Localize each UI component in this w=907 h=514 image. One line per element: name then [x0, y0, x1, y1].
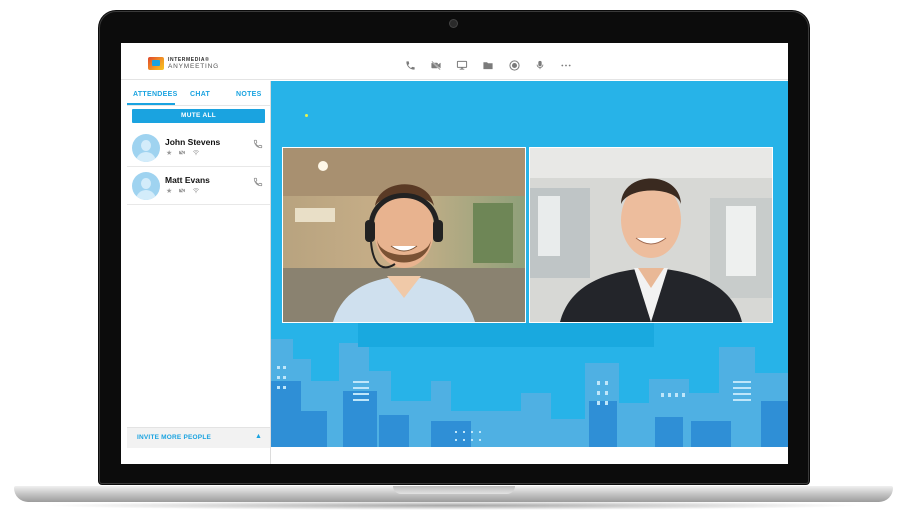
folder-icon[interactable] [482, 59, 494, 71]
video-off-icon[interactable] [178, 149, 186, 158]
microphone-icon[interactable] [534, 59, 546, 71]
attendee-row[interactable]: John Stevens ★ [127, 129, 270, 167]
intermedia-logo-icon [148, 57, 164, 70]
mute-all-button[interactable]: MUTE ALL [132, 109, 265, 123]
avatar [132, 134, 160, 162]
laptop-notch [393, 486, 515, 494]
wifi-icon [192, 187, 200, 196]
avatar [132, 172, 160, 200]
phone-icon[interactable] [253, 139, 263, 151]
top-bar: INTERMEDIA® ANYMEETING [121, 43, 788, 80]
tab-attendees[interactable]: ATTENDEES [133, 91, 178, 98]
meeting-toolbar [404, 59, 572, 71]
phone-icon[interactable] [253, 177, 263, 189]
attendee-name: John Stevens [165, 137, 221, 147]
tab-chat[interactable]: CHAT [190, 91, 210, 98]
video-tile-participant-1[interactable] [282, 147, 526, 323]
video-tile-participant-2[interactable] [529, 147, 773, 323]
record-icon[interactable] [508, 59, 520, 71]
invite-footer[interactable]: INVITE MORE PEOPLE ▲ [127, 427, 270, 448]
star-icon[interactable]: ★ [166, 149, 172, 158]
attendee-status-icons: ★ [166, 149, 200, 158]
laptop-shadow [40, 501, 867, 510]
attendees-panel: ATTENDEES CHAT NOTES MUTE ALL John Steve… [127, 81, 271, 464]
video-off-icon[interactable] [178, 187, 186, 196]
participant-1-video-feed [283, 148, 525, 322]
star-icon[interactable]: ★ [166, 187, 172, 196]
tabs-divider [127, 105, 270, 106]
screen-share-icon[interactable] [456, 59, 468, 71]
phone-icon[interactable] [404, 59, 416, 71]
attendee-name: Matt Evans [165, 175, 210, 185]
attendee-status-icons: ★ [166, 187, 200, 196]
status-dot [305, 114, 308, 117]
participant-2-video-feed [530, 148, 772, 322]
logo-line-2: ANYMEETING [168, 63, 219, 70]
video-stage [271, 81, 788, 447]
more-icon[interactable] [560, 59, 572, 71]
webcam-icon [450, 20, 457, 27]
invite-more-people-link[interactable]: INVITE MORE PEOPLE [137, 434, 211, 441]
tab-notes[interactable]: NOTES [236, 91, 262, 98]
wifi-icon [192, 149, 200, 158]
laptop-screen: INTERMEDIA® ANYMEETING ATTENDEES CHAT NO… [121, 43, 788, 464]
attendee-row[interactable]: Matt Evans ★ [127, 167, 270, 205]
video-off-icon[interactable] [430, 59, 442, 71]
chevron-up-icon[interactable]: ▲ [255, 433, 262, 440]
video-caption-bar [358, 323, 654, 347]
